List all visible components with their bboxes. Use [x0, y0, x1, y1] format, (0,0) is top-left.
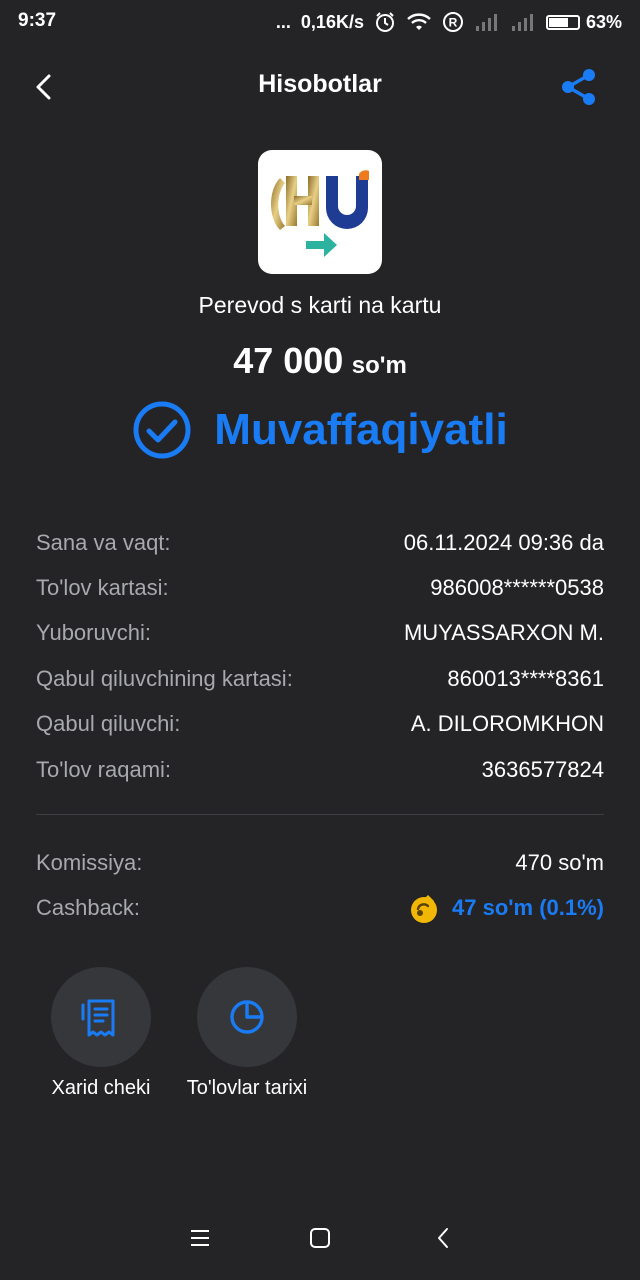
system-navigation-bar [0, 1220, 640, 1256]
detail-value: MUYASSARXON M. [403, 620, 604, 646]
detail-label: Yuboruvchi: [36, 620, 151, 646]
detail-label: To'lov raqami: [36, 756, 172, 782]
humo-logo-icon [271, 170, 369, 257]
cashback-coin-icon [411, 895, 438, 924]
divider [36, 814, 604, 815]
receipt-icon [81, 999, 115, 1037]
check-circle-icon [133, 401, 191, 459]
commission-value: 470 so'm [515, 849, 604, 875]
commission-label: Komissiya: [36, 849, 143, 875]
commission-row: Komissiya: 470 so'm [36, 840, 604, 885]
battery-indicator: 63% [545, 11, 622, 33]
more-dots: ... [275, 11, 291, 32]
menu-icon [191, 1230, 209, 1246]
nav-back-icon [438, 1228, 448, 1248]
status-time: 9:37 [18, 10, 57, 31]
status-icons: ... 0,16K/s R 63% [276, 8, 622, 36]
signal-icon-1 [474, 12, 500, 32]
receipt-button[interactable]: Xarid cheki [16, 967, 186, 1100]
detail-label: Qabul qiluvchining kartasi: [36, 665, 293, 691]
share-button[interactable] [558, 66, 600, 108]
fee-details: Komissiya: 470 so'm Cashback: 47 so'm (0… [36, 840, 604, 931]
page-title: Hisobotlar [258, 70, 382, 98]
svg-text:R: R [449, 16, 458, 30]
detail-row-payment-card: To'lov kartasi: 986008******0538 [36, 565, 604, 610]
payment-history-button-circle[interactable] [197, 967, 297, 1067]
wifi-icon [406, 12, 432, 32]
detail-label: Sana va vaqt: [36, 529, 171, 555]
transaction-amount: 47 000 so'm [0, 340, 640, 382]
payment-history-button-label: To'lovlar tarixi [186, 1077, 308, 1099]
cashback-row: Cashback: 47 so'm (0.1%) [36, 885, 604, 930]
nav-home-button[interactable] [302, 1220, 338, 1256]
detail-row-payment-number: To'lov raqami: 3636577824 [36, 747, 604, 792]
pie-chart-icon [230, 1000, 264, 1034]
registered-icon: R [442, 11, 464, 33]
detail-label: Qabul qiluvchi: [36, 711, 181, 737]
battery-percent: 63% [585, 11, 622, 32]
detail-row-recipient-card: Qabul qiluvchining kartasi: 860013****83… [36, 656, 604, 701]
detail-row-recipient: Qabul qiluvchi: A. DILOROMKHON [36, 702, 604, 747]
amount-value: 47 000 [233, 340, 344, 381]
receipt-button-circle[interactable] [51, 967, 151, 1067]
detail-value: A. DILOROMKHON [410, 711, 604, 737]
status-text: Muvaffaqiyatli [214, 405, 508, 454]
cashback-label: Cashback: [36, 895, 140, 921]
amount-currency: so'm [351, 352, 407, 379]
detail-row-sender: Yuboruvchi: MUYASSARXON M. [36, 611, 604, 656]
cashback-value-group: 47 so'm (0.1%) [408, 891, 604, 925]
signal-icon-2 [510, 12, 536, 32]
detail-value: 3636577824 [481, 756, 604, 782]
square-home-icon [310, 1228, 330, 1248]
detail-label: To'lov kartasi: [36, 575, 169, 601]
share-icon [562, 69, 595, 105]
detail-value: 986008******0538 [430, 575, 604, 601]
network-speed: 0,16K/s [300, 11, 364, 32]
payment-history-button[interactable]: To'lovlar tarixi [162, 967, 332, 1100]
operation-title: Perevod s karti na kartu [198, 292, 442, 318]
transaction-status: Muvaffaqiyatli [0, 400, 640, 460]
detail-value: 860013****8361 [447, 665, 604, 691]
cashback-value: 47 so'm (0.1%) [452, 895, 604, 921]
detail-value: 06.11.2024 09:36 da [403, 529, 604, 555]
transaction-details: Sana va vaqt: 06.11.2024 09:36 da To'lov… [36, 520, 604, 792]
detail-row-date: Sana va vaqt: 06.11.2024 09:36 da [36, 520, 604, 565]
nav-menu-button[interactable] [182, 1220, 218, 1256]
battery-icon [545, 14, 580, 30]
alarm-icon [374, 11, 396, 33]
merchant-logo [258, 150, 382, 274]
receipt-button-label: Xarid cheki [51, 1077, 151, 1099]
nav-back-button[interactable] [426, 1220, 462, 1256]
